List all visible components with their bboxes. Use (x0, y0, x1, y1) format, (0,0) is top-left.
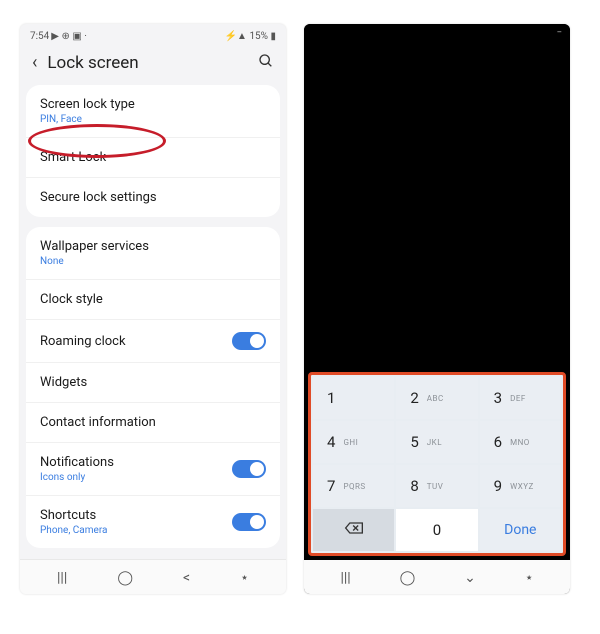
settings-header: ‹ Lock screen (20, 44, 286, 85)
row-label: Clock style (40, 292, 103, 307)
status-time: 7:54 (30, 31, 49, 42)
status-bar: 7:54 ▶ ⊕ ▣ · ⚡▲ 15% ▮ (20, 24, 286, 44)
numeric-keypad: 1 2 ABC 3 DEF 4 GHI 5 JKL 6 MNO 7 PQRS 8 TUV 9W… (308, 372, 566, 556)
key-8[interactable]: 8 TUV (396, 465, 477, 507)
key-5[interactable]: 5 JKL (396, 421, 477, 463)
recents-icon[interactable]: ||| (340, 570, 350, 586)
key-sub: ABC (427, 394, 444, 403)
row-sub: None (40, 256, 149, 267)
lock-screen-preview: – (304, 24, 570, 368)
key-7[interactable]: 7 PQRS (313, 465, 394, 507)
key-digit: 7 (327, 477, 335, 495)
key-2[interactable]: 2 ABC (396, 377, 477, 419)
roaming-clock-toggle[interactable] (232, 332, 266, 350)
settings-scroll[interactable]: Screen lock type PIN, Face Smart Lock Se… (20, 85, 286, 559)
key-3[interactable]: 3 DEF (480, 377, 561, 419)
pin-entry-phone: – 1 2 ABC 3 DEF 4 GHI 5 JKL 6 MNO 7 PQRS 8 TUV … (304, 24, 570, 594)
shortcuts-row[interactable]: Shortcuts Phone, Camera (26, 496, 280, 548)
key-6[interactable]: 6 MNO (480, 421, 561, 463)
key-digit: 2 (410, 389, 418, 407)
key-digit: 3 (494, 389, 502, 407)
row-label: Widgets (40, 375, 87, 390)
backspace-icon (344, 521, 364, 539)
row-label: Contact information (40, 415, 156, 430)
key-digit: 8 (410, 477, 418, 495)
key-4[interactable]: 4 GHI (313, 421, 394, 463)
preview-indicator-icon: – (557, 28, 562, 37)
shortcuts-toggle[interactable] (232, 513, 266, 531)
key-sub: DEF (510, 394, 526, 403)
key-digit: 6 (494, 433, 502, 451)
system-nav-bar: ||| ◯ ⌄ ⋆ (304, 560, 570, 594)
notifications-row[interactable]: Notifications Icons only (26, 443, 280, 496)
key-1[interactable]: 1 (313, 377, 394, 419)
key-sub: MNO (510, 438, 530, 447)
backspace-key[interactable] (313, 509, 394, 551)
key-digit: 5 (410, 433, 418, 451)
secure-lock-settings-row[interactable]: Secure lock settings (26, 178, 280, 217)
back-icon[interactable]: ‹ (32, 52, 37, 73)
row-label: Shortcuts (40, 508, 107, 523)
wallpaper-services-row[interactable]: Wallpaper services None (26, 227, 280, 280)
notifications-toggle[interactable] (232, 460, 266, 478)
widgets-row[interactable]: Widgets (26, 363, 280, 403)
contact-information-row[interactable]: Contact information (26, 403, 280, 443)
home-icon[interactable]: ◯ (400, 570, 416, 586)
row-label: Screen lock type (40, 97, 135, 112)
security-section: Screen lock type PIN, Face Smart Lock Se… (26, 85, 280, 217)
key-digit: 1 (327, 389, 335, 407)
roaming-clock-row[interactable]: Roaming clock (26, 320, 280, 363)
key-sub: GHI (343, 438, 358, 447)
ime-switch-icon[interactable]: ⌄ (464, 570, 476, 586)
page-title: Lock screen (47, 53, 248, 73)
key-9[interactable]: 9 WXYZ (480, 465, 561, 507)
key-sub: PQRS (343, 482, 365, 491)
accessibility-icon[interactable]: ⋆ (240, 570, 249, 586)
screen-lock-type-row[interactable]: Screen lock type PIN, Face (26, 85, 280, 138)
key-digit: 0 (433, 521, 441, 539)
status-left-icons: ▶ ⊕ ▣ · (51, 31, 87, 42)
system-nav-bar: ||| ◯ < ⋆ (20, 559, 286, 594)
row-label: Wallpaper services (40, 239, 149, 254)
row-sub: PIN, Face (40, 114, 135, 125)
key-sub: WXYZ (510, 482, 534, 491)
status-right-icons: ⚡▲ 15% ▮ (225, 31, 276, 42)
recents-icon[interactable]: ||| (57, 570, 67, 586)
done-label: Done (504, 522, 536, 538)
key-sub: JKL (427, 438, 442, 447)
accessibility-icon[interactable]: ⋆ (525, 570, 534, 586)
row-sub: Phone, Camera (40, 525, 107, 536)
key-digit: 4 (327, 433, 335, 451)
search-icon[interactable] (258, 53, 274, 73)
clock-style-row[interactable]: Clock style (26, 280, 280, 320)
row-label: Secure lock settings (40, 190, 157, 205)
row-label: Notifications (40, 455, 114, 470)
done-key[interactable]: Done (480, 509, 561, 551)
row-sub: Icons only (40, 472, 114, 483)
key-0[interactable]: 0 (396, 509, 477, 551)
key-sub: TUV (427, 482, 444, 491)
smart-lock-row[interactable]: Smart Lock (26, 138, 280, 178)
row-label: Roaming clock (40, 334, 126, 349)
key-digit: 9 (494, 477, 502, 495)
settings-lock-screen-phone: 7:54 ▶ ⊕ ▣ · ⚡▲ 15% ▮ ‹ Lock screen Scre… (20, 24, 286, 594)
row-label: Smart Lock (40, 150, 106, 165)
back-nav-icon[interactable]: < (183, 570, 190, 586)
home-icon[interactable]: ◯ (117, 570, 133, 586)
display-section: Wallpaper services None Clock style Roam… (26, 227, 280, 548)
